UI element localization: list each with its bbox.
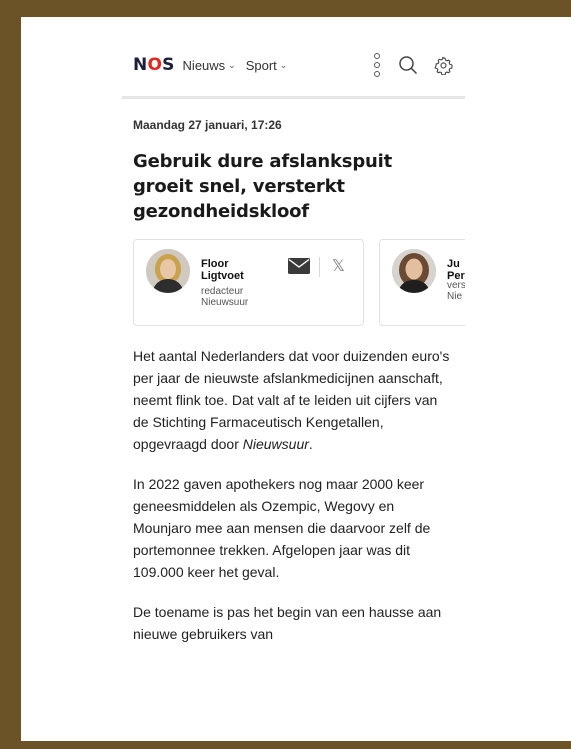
header-actions xyxy=(374,45,453,85)
logo-letter-n: N xyxy=(133,55,148,75)
mail-icon[interactable] xyxy=(288,258,310,279)
site-header: NOS Nieuws ⌄ Sport ⌄ xyxy=(122,45,465,85)
logo-letter-s: S xyxy=(162,55,175,75)
article-title: Gebruik dure afslankspuit groeit snel, v… xyxy=(133,151,392,222)
x-social-icon[interactable]: 𝕏 xyxy=(332,256,345,276)
chevron-down-icon: ⌄ xyxy=(279,59,288,70)
author-role: vers Nie xyxy=(447,280,465,302)
nav-nieuws-label: Nieuws xyxy=(182,57,226,73)
nav-nieuws[interactable]: Nieuws ⌄ xyxy=(183,58,236,73)
chevron-down-icon: ⌄ xyxy=(228,59,236,70)
author-card[interactable]: Floor Ligtvoet redacteur Nieuwsuur 𝕏 xyxy=(133,239,364,326)
article-body: Het aantal Nederlanders dat voor duizend… xyxy=(133,345,455,663)
nos-logo[interactable]: NOS xyxy=(133,55,175,75)
author-name: Ju Per xyxy=(447,258,465,282)
article-date: Maandag 27 januari, 17:26 xyxy=(133,118,282,132)
avatar xyxy=(146,249,190,293)
nav-sport[interactable]: Sport ⌄ xyxy=(246,58,288,73)
more-vertical-icon[interactable] xyxy=(374,53,380,77)
paragraph: In 2022 gaven apothekers nog maar 2000 k… xyxy=(133,476,431,580)
avatar xyxy=(392,249,436,293)
author-card[interactable]: Ju Per vers Nie xyxy=(379,239,465,326)
article-header: Maandag 27 januari, 17:26 Gebruik dure a… xyxy=(133,118,453,224)
author-name: Floor Ligtvoet xyxy=(201,258,244,282)
author-role: redacteur Nieuwsuur xyxy=(201,286,249,308)
search-icon[interactable] xyxy=(398,55,418,75)
divider xyxy=(319,257,320,277)
browser-viewport: NOS Nieuws ⌄ Sport ⌄ Maandag 27 januari,… xyxy=(21,17,571,741)
logo-letter-o: O xyxy=(147,55,163,75)
header-divider xyxy=(122,96,465,99)
settings-icon[interactable] xyxy=(434,56,453,75)
paragraph: Het aantal Nederlanders dat voor duizend… xyxy=(133,348,450,452)
article-page: NOS Nieuws ⌄ Sport ⌄ Maandag 27 januari,… xyxy=(122,17,465,741)
nav-sport-label: Sport xyxy=(245,57,277,73)
paragraph: De toename is pas het begin van een haus… xyxy=(133,604,442,642)
author-carousel: Floor Ligtvoet redacteur Nieuwsuur 𝕏 Ju … xyxy=(133,239,465,329)
